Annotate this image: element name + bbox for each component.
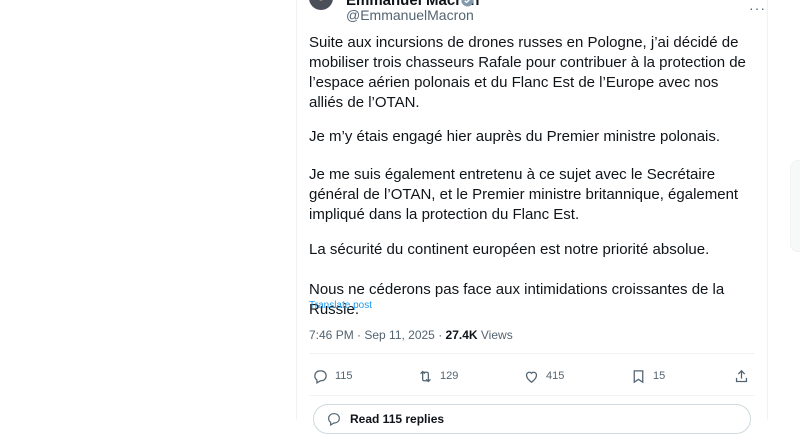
views-label: Views — [477, 328, 513, 342]
like-count: 415 — [546, 370, 565, 382]
reply-button[interactable]: 115 — [312, 367, 353, 385]
repost-button[interactable]: 129 — [417, 367, 458, 385]
repost-icon — [420, 370, 431, 382]
handle[interactable]: @EmmanuelMacron — [346, 7, 474, 23]
more-icon[interactable]: ··· — [749, 0, 766, 16]
bookmark-button[interactable]: 15 — [630, 367, 665, 385]
tweet-paragraph: Je me suis également entretenu à ce suje… — [309, 166, 739, 223]
reply-bubble-icon — [328, 413, 340, 427]
bookmark-icon — [633, 369, 644, 383]
views-count: 27.4K — [445, 328, 478, 342]
reply-count: 115 — [335, 370, 353, 382]
avatar[interactable] — [309, 0, 333, 10]
like-button[interactable]: 415 — [523, 367, 564, 385]
tweet-paragraph: Suite aux incursions de drones russes en… — [309, 34, 746, 111]
divider — [309, 395, 755, 396]
read-replies-label: Read 115 replies — [350, 412, 445, 426]
tweet-paragraph: Nous ne céderons pas face aux intimidati… — [309, 281, 725, 318]
share-icon — [735, 369, 748, 382]
repost-count: 129 — [440, 370, 459, 382]
share-button[interactable] — [733, 367, 750, 385]
tweet: Emmanuel Macron @EmmanuelMacron ··· Suit… — [297, 0, 767, 434]
read-replies-button[interactable]: Read 115 replies — [313, 404, 751, 434]
bookmark-count: 15 — [653, 370, 666, 382]
translate-post-link[interactable]: Translate post — [309, 300, 372, 311]
tweet-paragraph: La sécurité du continent européen est no… — [309, 241, 710, 258]
divider — [309, 353, 755, 354]
reply-icon — [314, 369, 327, 384]
verified-badge-icon — [461, 0, 474, 7]
like-icon — [525, 371, 538, 383]
right-sidebar-card — [790, 160, 800, 252]
timestamp[interactable]: 7:46 PM · Sep 11, 2025 · — [309, 328, 446, 342]
tweet-meta: 7:46 PM · Sep 11, 2025 · 27.4K Views — [309, 328, 513, 342]
left-sidebar-area — [0, 0, 296, 420]
tweet-paragraph: Je m’y étais engagé hier auprès du Premi… — [309, 128, 721, 145]
